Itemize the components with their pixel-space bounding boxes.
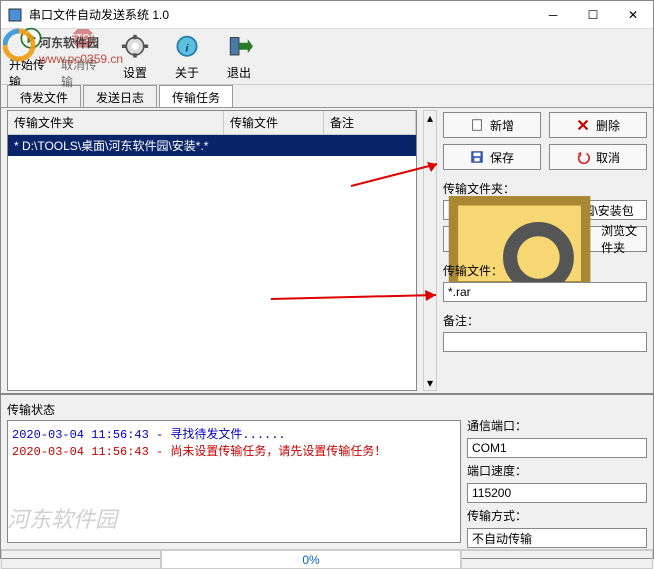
task-form: 新增 删除 保存 取消 传输文件夹： 浏览文件夹 传输文 — [443, 110, 647, 391]
col-folder[interactable]: 传输文件夹 — [8, 111, 224, 134]
col-remark[interactable]: 备注 — [324, 111, 416, 134]
remark-label: 备注： — [443, 312, 647, 329]
scroll-up-icon[interactable]: ▴ — [427, 111, 433, 125]
content-area: 传输文件夹 传输文件 备注 * D:\TOOLS\桌面\河东软件园\安装*.* … — [1, 107, 653, 393]
vertical-scrollbar[interactable]: ▴ ▾ — [423, 110, 437, 391]
tab-transfer-task[interactable]: 传输任务 — [159, 85, 233, 107]
log-line: 2020-03-04 11:56:43 - 尚未设置传输任务，请先设置传输任务！ — [12, 442, 456, 459]
browse-folder-button[interactable]: 浏览文件夹 — [443, 226, 647, 252]
log-line: 2020-03-04 11:56:43 - 寻找待发文件...... — [12, 425, 456, 442]
svg-text:STOP: STOP — [69, 31, 97, 43]
task-grid: 传输文件夹 传输文件 备注 * D:\TOOLS\桌面\河东软件园\安装*.* — [7, 110, 417, 391]
table-row[interactable]: * D:\TOOLS\桌面\河东软件园\安装*.* — [8, 135, 416, 156]
baud-input[interactable] — [467, 483, 647, 503]
gear-icon — [121, 34, 149, 62]
exit-button[interactable]: 退出 — [215, 32, 263, 83]
grid-body[interactable]: * D:\TOOLS\桌面\河东软件园\安装*.* — [8, 135, 416, 390]
delete-icon — [576, 118, 590, 132]
comm-settings: 通信端口： 端口速度： 传输方式： — [467, 401, 647, 543]
start-transfer-button[interactable]: 开始传输 — [7, 24, 55, 92]
status-label: 传输状态 — [7, 401, 461, 418]
file-input[interactable] — [443, 282, 647, 302]
toolbar: 开始传输 STOP 取消传输 设置 i 关于 退出 — [1, 29, 653, 85]
close-button[interactable]: ✕ — [613, 1, 653, 29]
remark-input[interactable] — [443, 332, 647, 352]
baud-label: 端口速度： — [467, 462, 647, 479]
status-log[interactable]: 2020-03-04 11:56:43 - 寻找待发文件...... 2020-… — [7, 420, 461, 543]
statusbar: 0% — [1, 549, 653, 569]
port-label: 通信端口： — [467, 417, 647, 434]
scroll-down-icon[interactable]: ▾ — [427, 376, 433, 390]
info-icon: i — [173, 34, 201, 62]
save-icon — [470, 150, 484, 164]
file-label: 传输文件： — [443, 262, 647, 279]
about-button[interactable]: i 关于 — [163, 32, 211, 83]
undo-icon — [576, 150, 590, 164]
add-button[interactable]: 新增 — [443, 112, 541, 138]
settings-button[interactable]: 设置 — [111, 32, 159, 83]
delete-button[interactable]: 删除 — [549, 112, 647, 138]
play-icon — [17, 26, 45, 54]
app-icon — [7, 7, 23, 23]
statusbar-cell — [461, 550, 653, 569]
exit-icon — [225, 34, 253, 62]
cancel-transfer-button[interactable]: STOP 取消传输 — [59, 24, 107, 92]
grid-header: 传输文件夹 传输文件 备注 — [8, 111, 416, 135]
minimize-button[interactable]: ─ — [533, 1, 573, 29]
maximize-button[interactable]: ☐ — [573, 1, 613, 29]
statusbar-cell — [1, 550, 161, 569]
window-title: 串口文件自动发送系统 1.0 — [29, 6, 533, 23]
mode-input[interactable] — [467, 528, 647, 548]
port-input[interactable] — [467, 438, 647, 458]
new-icon — [470, 118, 484, 132]
stop-icon: STOP — [69, 26, 97, 54]
status-section: 传输状态 2020-03-04 11:56:43 - 寻找待发文件...... … — [1, 393, 653, 549]
progress-indicator: 0% — [161, 550, 461, 569]
col-file[interactable]: 传输文件 — [224, 111, 324, 134]
mode-label: 传输方式： — [467, 507, 647, 524]
